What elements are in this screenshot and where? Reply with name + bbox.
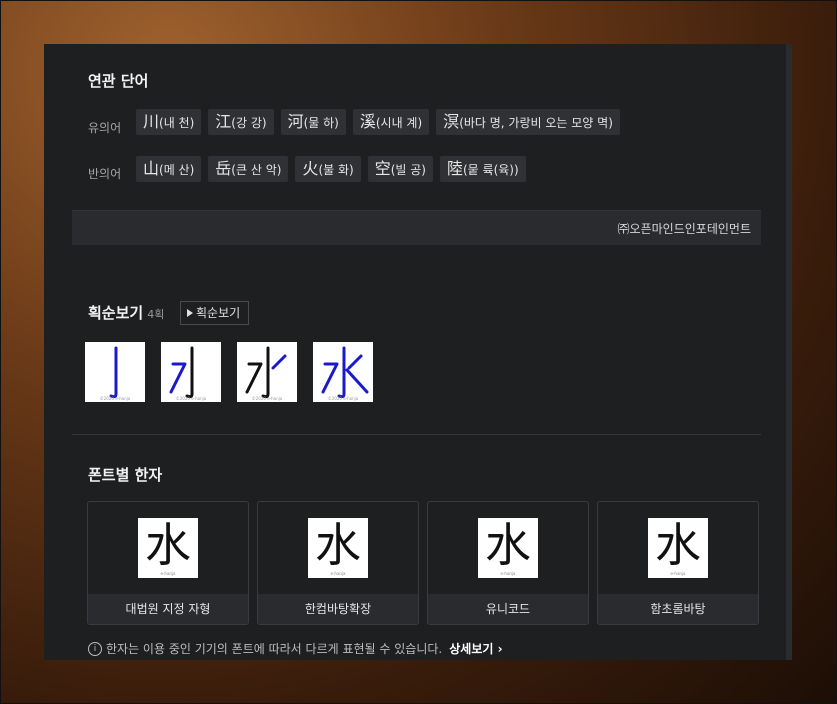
synonym-label: 유의어 <box>88 121 122 135</box>
synonym-chip[interactable]: 河(물 하) <box>280 109 346 135</box>
credit-text: ㈜오픈마인드인포테인먼트 <box>617 222 751 236</box>
font-glyph-image: 水 e-hanja <box>138 518 198 578</box>
play-icon <box>187 309 193 317</box>
related-words-title: 연관 단어 <box>88 72 149 90</box>
font-card-caption: 대법원 지정 자형 <box>88 594 248 624</box>
font-notice: i 한자는 이용 중인 기기의 폰트에 따라서 다르게 표현될 수 있습니다. … <box>88 640 503 657</box>
stroke-count: 4획 <box>147 308 165 321</box>
synonym-chip[interactable]: 溟(바다 명, 가랑비 오는 모양 멱) <box>436 109 620 135</box>
font-glyph-image: 水 e-hanja <box>308 518 368 578</box>
font-glyph-image: 水 e-hanja <box>648 518 708 578</box>
font-card[interactable]: 水 e-hanja 대법원 지정 자형 <box>87 501 249 625</box>
synonym-chip[interactable]: 江(강 강) <box>208 109 274 135</box>
stroke-frame-4: ©2020 e-hanja <box>313 342 373 402</box>
fonts-title: 폰트별 한자 <box>88 466 163 484</box>
synonym-chip[interactable]: 溪(시내 계) <box>352 109 430 135</box>
antonym-label: 반의어 <box>88 167 122 181</box>
stroke-frame-3: ©2020 e-hanja <box>237 342 297 402</box>
font-card-caption: 유니코드 <box>428 594 588 624</box>
stroke-frame-2: ©2020 e-hanja <box>161 342 221 402</box>
antonym-chip[interactable]: 陸(뭍 륙(육)) <box>439 156 526 182</box>
antonym-chip[interactable]: 火(불 화) <box>295 156 361 182</box>
synonym-chip[interactable]: 川(내 천) <box>136 109 202 135</box>
stroke-frame-svg <box>321 346 369 399</box>
section-divider <box>72 434 761 435</box>
antonym-chip[interactable]: 山(메 산) <box>136 156 202 182</box>
font-card[interactable]: 水 e-hanja 유니코드 <box>427 501 589 625</box>
stroke-frame-svg <box>169 346 194 399</box>
info-icon: i <box>88 641 102 656</box>
stroke-frame-1: ©2020 e-hanja <box>85 342 145 402</box>
hanja-detail-panel: 연관 단어 유의어 川(내 천) 江(강 강) 河(물 하) 溪(시내 계) 溟… <box>44 44 792 660</box>
details-link[interactable]: 상세보기 › <box>449 640 502 657</box>
font-card-caption: 함초롬바탕 <box>598 594 758 624</box>
antonym-chip[interactable]: 空(빌 공) <box>367 156 433 182</box>
font-glyph-image: 水 e-hanja <box>478 518 538 578</box>
font-card[interactable]: 水 e-hanja 함초롬바탕 <box>597 501 759 625</box>
stroke-order-title: 획순보기 4획 <box>88 304 165 322</box>
stroke-frame-svg <box>245 346 287 399</box>
antonym-list: 山(메 산) 岳(큰 산 악) 火(불 화) 空(빌 공) 陸(뭍 륙(육)) <box>136 156 526 182</box>
font-card-caption: 한컴바탕확장 <box>258 594 418 624</box>
stroke-play-button[interactable]: 획순보기 <box>180 301 250 325</box>
synonym-list: 川(내 천) 江(강 강) 河(물 하) 溪(시내 계) 溟(바다 명, 가랑비… <box>136 109 620 135</box>
panel-scroll-edge <box>786 44 792 660</box>
antonym-chip[interactable]: 岳(큰 산 악) <box>208 156 289 182</box>
font-card[interactable]: 水 e-hanja 한컴바탕확장 <box>257 501 419 625</box>
credit-bar: ㈜오픈마인드인포테인먼트 <box>72 210 761 245</box>
stroke-frame-svg <box>109 346 118 399</box>
